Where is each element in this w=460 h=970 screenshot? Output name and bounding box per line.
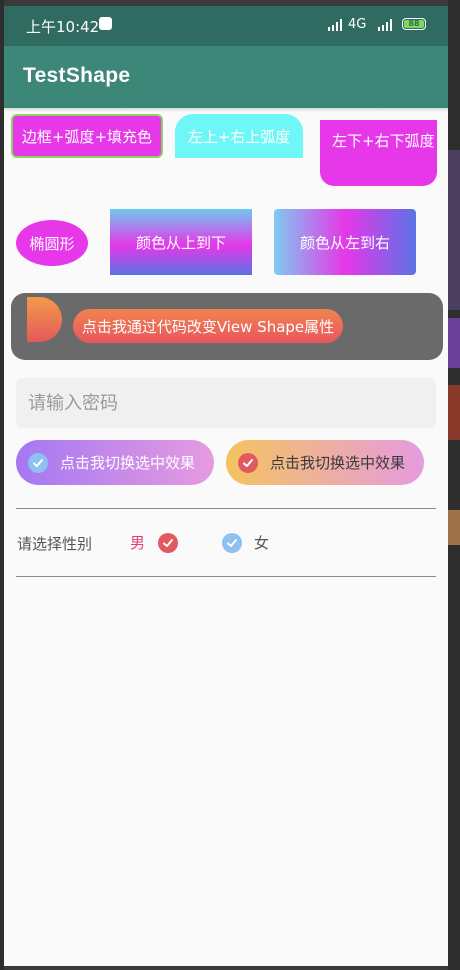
gender-label: 请选择性别	[17, 535, 93, 553]
notification-icon	[99, 17, 112, 30]
app-bar-shadow	[4, 108, 448, 112]
male-radio-check-icon[interactable]	[158, 533, 178, 553]
check-icon	[238, 452, 258, 473]
bottom-corners-shape: 左下+右下弧度	[320, 120, 437, 186]
half-circle-shape	[27, 297, 62, 342]
password-input[interactable]	[16, 378, 436, 428]
status-time: 上午10:42	[26, 18, 100, 36]
toggle-label: 点击我切换选中效果	[60, 454, 196, 472]
oval-shape: 椭圆形	[16, 220, 88, 266]
code-shape-panel: 点击我通过代码改变View Shape属性	[11, 293, 443, 360]
app-title: TestShape	[23, 64, 131, 87]
toggle-button-red[interactable]: 点击我切换选中效果	[226, 440, 424, 485]
app-screen: 上午10:42 4G 88 TestShape 边框+弧度+填充色 左上+右上弧…	[4, 6, 448, 966]
toggle-button-blue[interactable]: 点击我切换选中效果	[16, 440, 214, 485]
border-radius-fill-shape: 边框+弧度+填充色	[11, 114, 163, 158]
network-type: 4G	[348, 17, 367, 32]
battery-level: 88	[404, 20, 424, 28]
signal-icon	[378, 19, 394, 31]
divider	[16, 576, 436, 577]
check-icon	[28, 452, 48, 473]
signal-icon	[328, 19, 344, 31]
toggle-label: 点击我切换选中效果	[270, 454, 406, 472]
horizontal-gradient-shape: 颜色从左到右	[274, 209, 416, 275]
vertical-gradient-shape: 颜色从上到下	[110, 209, 252, 275]
status-bar: 上午10:42 4G 88	[4, 6, 448, 46]
divider	[16, 508, 436, 509]
app-bar: TestShape	[4, 46, 448, 108]
battery-icon: 88	[402, 18, 426, 30]
top-corners-shape: 左上+右上弧度	[175, 114, 303, 158]
female-radio-check-icon[interactable]	[222, 533, 242, 553]
change-shape-button[interactable]: 点击我通过代码改变View Shape属性	[73, 309, 343, 343]
female-option-label[interactable]: 女	[254, 532, 269, 553]
background-edge-right	[448, 0, 460, 970]
male-option-label[interactable]: 男	[130, 532, 145, 553]
